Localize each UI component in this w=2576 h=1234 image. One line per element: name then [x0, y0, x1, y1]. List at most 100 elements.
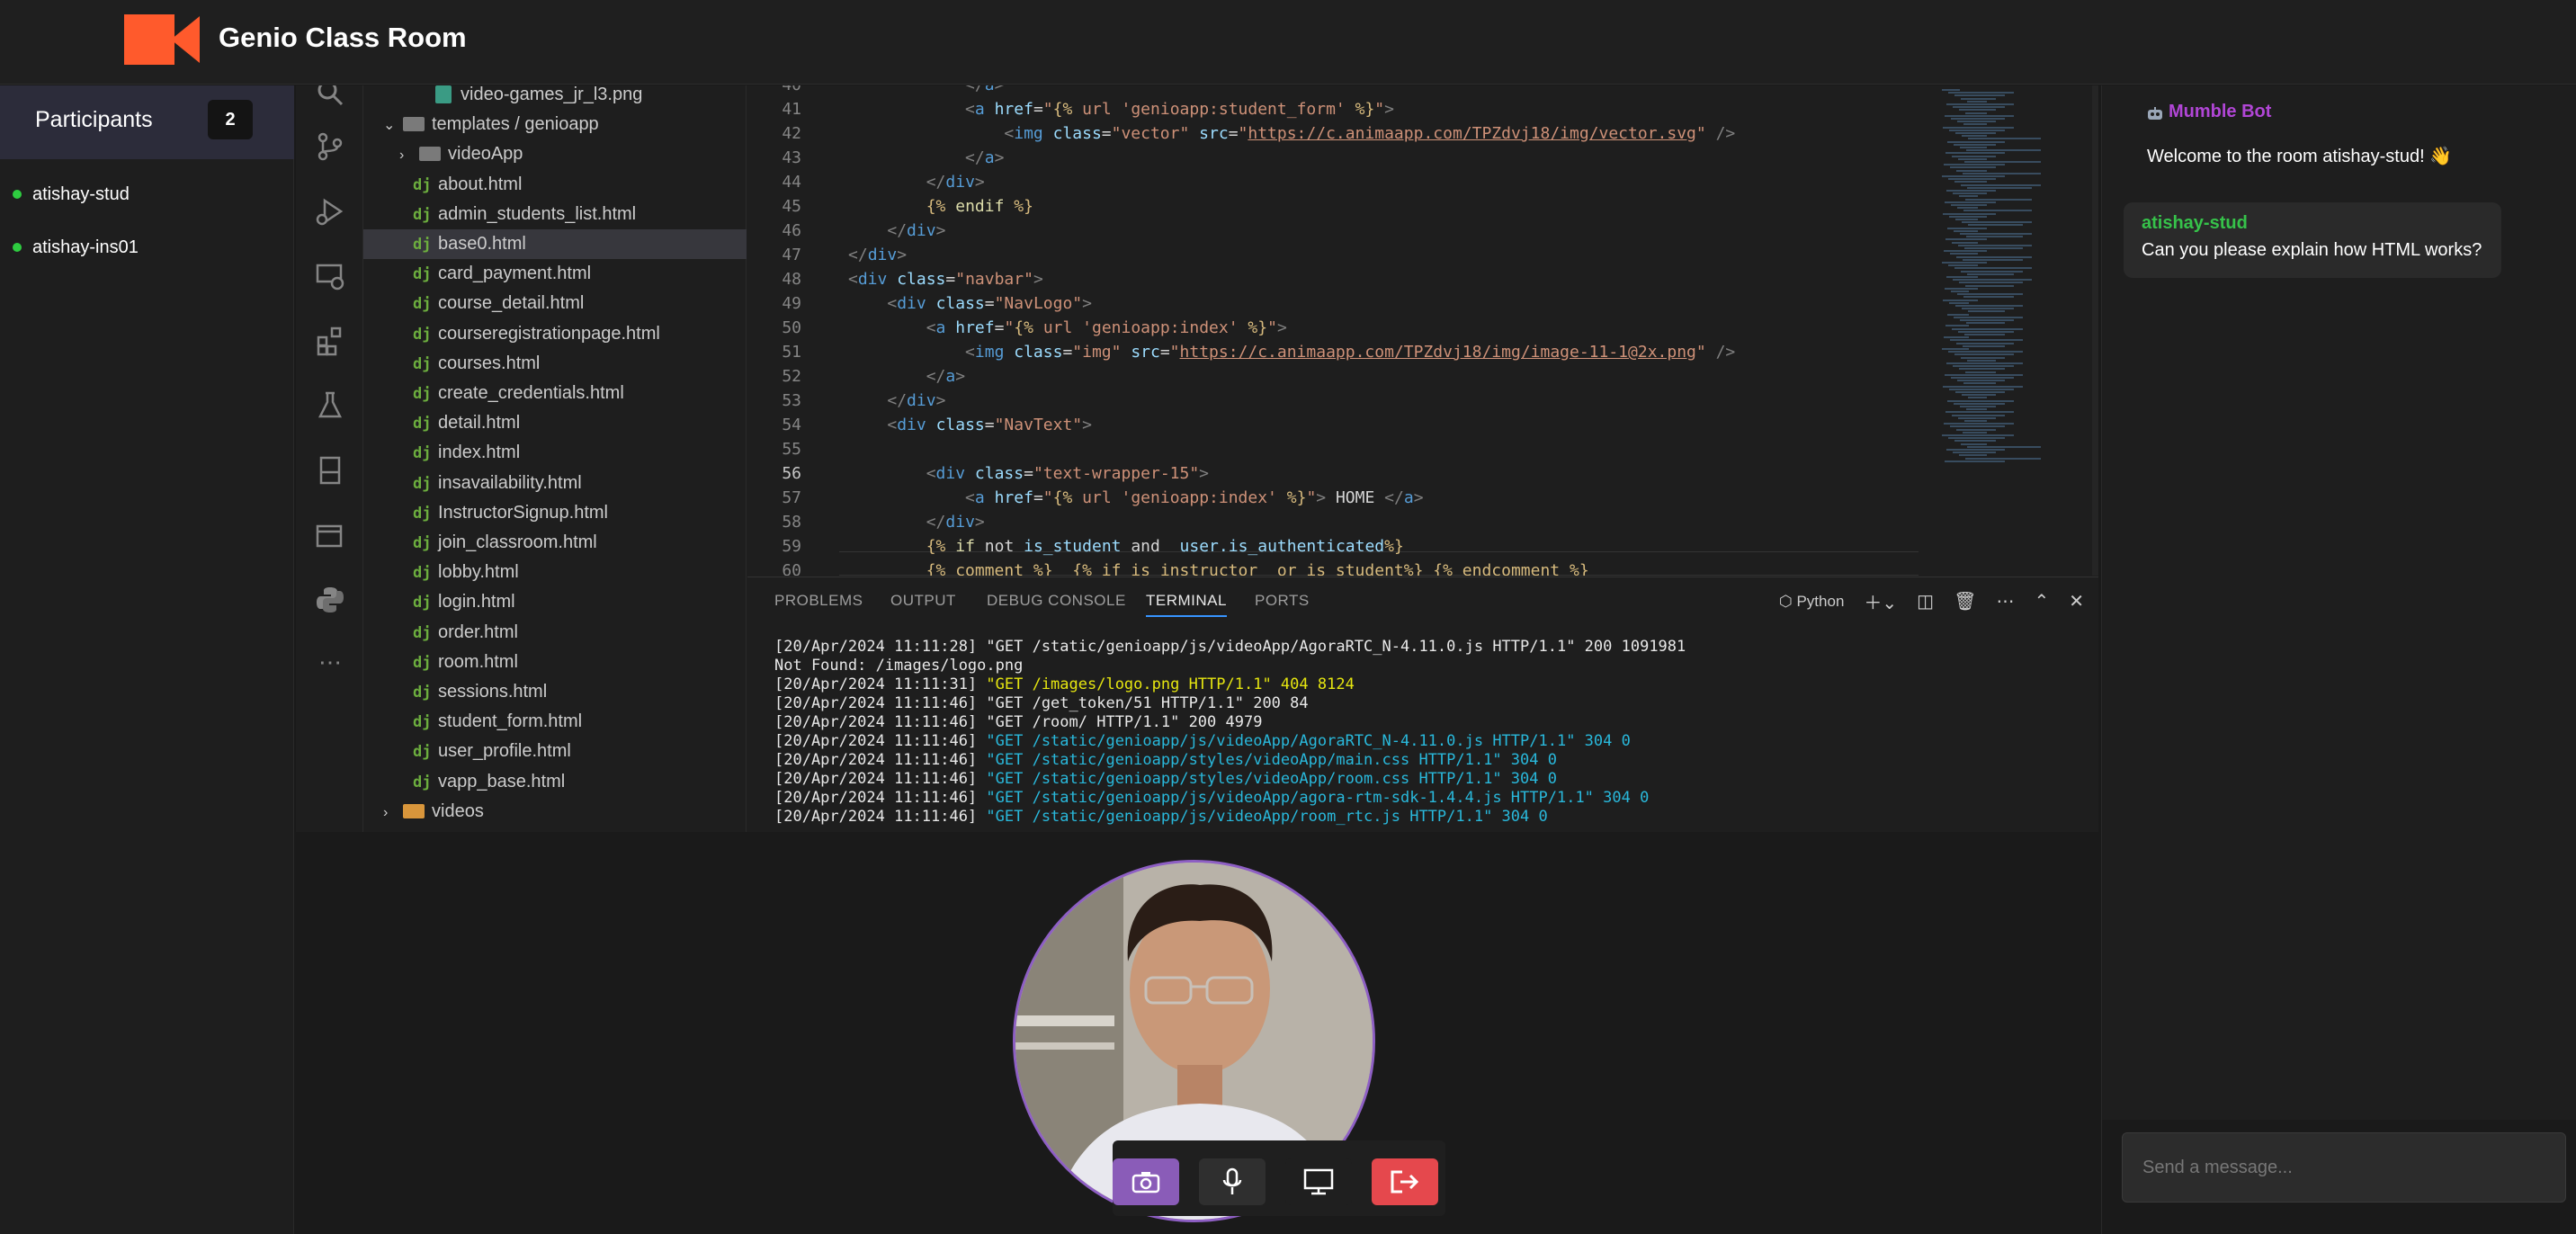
- more-icon[interactable]: ⋯: [314, 648, 346, 681]
- minimap-line: [1951, 118, 2005, 120]
- django-file-icon: dj: [413, 743, 432, 762]
- robot-icon: [2148, 107, 2162, 120]
- shared-screen: ⋯ video-games_jr_l3.png ⌄ templates / geni…: [296, 85, 2098, 832]
- participant-name: atishay-ins01: [32, 237, 139, 257]
- terminal-text: "GET /static/genioapp/js/videoApp/AgoraR…: [986, 638, 1686, 656]
- explorer-item[interactable]: dj base0.html: [363, 229, 747, 259]
- search-icon[interactable]: [314, 85, 346, 109]
- more-actions-icon[interactable]: ⋯: [1996, 590, 2014, 613]
- minimap-line: [1949, 301, 1969, 304]
- explorer-item[interactable]: dj index.html: [363, 438, 747, 468]
- screen-share-button[interactable]: [1285, 1158, 1352, 1205]
- explorer-item[interactable]: dj lobby.html: [363, 558, 747, 587]
- django-file-icon: dj: [413, 713, 432, 732]
- explorer-item[interactable]: dj login.html: [363, 587, 747, 617]
- explorer-item[interactable]: dj create_credentials.html: [363, 379, 747, 408]
- minimap-line: [1960, 319, 2014, 321]
- explorer-item[interactable]: dj courses.html: [363, 349, 747, 379]
- terminal-text: "GET /static/genioapp/styles/videoApp/ma…: [986, 751, 1557, 769]
- tab-ports[interactable]: PORTS: [1255, 592, 1310, 610]
- chevron-down-icon[interactable]: ⌄: [383, 111, 403, 140]
- explorer-item[interactable]: dj detail.html: [363, 408, 747, 438]
- explorer-item[interactable]: dj card_payment.html: [363, 259, 747, 289]
- explorer-item-label: room.html: [438, 651, 518, 672]
- minimap-line: [1959, 368, 2005, 371]
- explorer-item[interactable]: dj admin_students_list.html: [363, 200, 747, 229]
- explorer-item[interactable]: dj student_form.html: [363, 707, 747, 737]
- maximize-panel-icon[interactable]: ⌃: [2034, 590, 2049, 613]
- tab-output[interactable]: OUTPUT: [890, 592, 956, 610]
- explorer-item[interactable]: dj sessions.html: [363, 677, 747, 707]
- minimap-line: [1966, 322, 2005, 325]
- participant-item[interactable]: atishay-ins01: [13, 234, 139, 261]
- terminal-timestamp: [20/Apr/2024 11:11:46]: [774, 732, 987, 750]
- explorer-item[interactable]: dj courseregistrationpage.html: [363, 319, 747, 349]
- line-number: 58: [782, 513, 801, 532]
- explorer-item[interactable]: ⌄ templates / genioapp: [363, 110, 747, 139]
- folder-icon: [403, 117, 425, 132]
- line-number: 55: [782, 440, 801, 459]
- tab-problems[interactable]: PROBLEMS: [774, 592, 863, 610]
- trash-icon[interactable]: 🗑: [1954, 590, 1976, 613]
- explorer-item[interactable]: › videoApp: [363, 139, 747, 169]
- explorer-item[interactable]: video-games_jr_l3.png: [363, 85, 747, 110]
- minimap[interactable]: [1933, 85, 2090, 472]
- explorer-item-label: course_detail.html: [438, 293, 585, 314]
- minimap-line: [1951, 291, 1969, 292]
- panels-icon[interactable]: [314, 519, 346, 551]
- python-icon[interactable]: [314, 584, 346, 616]
- explorer-item[interactable]: dj user_profile.html: [363, 737, 747, 766]
- explorer-item[interactable]: › videos: [363, 797, 747, 827]
- line-number: 41: [782, 100, 801, 119]
- explorer-item[interactable]: dj room.html: [363, 648, 747, 677]
- minimap-line: [1955, 219, 1978, 220]
- source-control-icon[interactable]: [314, 130, 346, 163]
- tab-terminal[interactable]: TERMINAL: [1146, 592, 1227, 617]
- explorer-item[interactable]: dj course_detail.html: [363, 289, 747, 318]
- participant-item[interactable]: atishay-stud: [13, 181, 130, 208]
- minimap-line: [1965, 284, 2014, 287]
- terminal-line: [20/Apr/2024 11:11:46] "GET /static/geni…: [774, 732, 1631, 751]
- django-file-icon: dj: [413, 653, 432, 672]
- terminal-text: "GET /static/genioapp/js/videoApp/room_r…: [986, 808, 1548, 826]
- leave-call-button[interactable]: [1372, 1158, 1438, 1205]
- explorer-item[interactable]: dj vapp_base.html: [363, 767, 747, 797]
- extensions-icon[interactable]: [314, 325, 346, 357]
- minimap-line: [1952, 414, 2005, 416]
- django-file-icon: dj: [413, 504, 432, 523]
- message-sender: atishay-stud: [2142, 213, 2248, 233]
- line-number: 53: [782, 391, 801, 410]
- editor-scrollbar[interactable]: [2092, 85, 2098, 576]
- terminal-timestamp: [20/Apr/2024 11:11:31]: [774, 675, 987, 693]
- minimap-line: [1944, 336, 1969, 339]
- explorer-item[interactable]: dj about.html: [363, 170, 747, 200]
- split-terminal-icon[interactable]: ◫: [1917, 590, 1934, 613]
- chevron-right-icon[interactable]: ›: [383, 798, 403, 827]
- notebook-icon[interactable]: [314, 454, 346, 487]
- minimap-line: [1959, 282, 2023, 284]
- testing-flask-icon[interactable]: [314, 389, 346, 422]
- microphone-toggle-button[interactable]: [1199, 1158, 1266, 1205]
- explorer-item[interactable]: dj join_classroom.html: [363, 528, 747, 558]
- explorer-item[interactable]: dj order.html: [363, 618, 747, 648]
- code-editor[interactable]: 40 </a>41 <a href="{% url 'genioapp:stud…: [747, 85, 2098, 576]
- minimap-line: [1965, 112, 1987, 114]
- run-debug-icon[interactable]: [314, 195, 346, 228]
- django-file-icon: dj: [413, 236, 432, 254]
- remote-explorer-icon[interactable]: [314, 260, 346, 292]
- explorer-item[interactable]: dj insavailability.html: [363, 469, 747, 498]
- camera-toggle-button[interactable]: [1113, 1158, 1179, 1205]
- explorer-item[interactable]: dj InstructorSignup.html: [363, 498, 747, 528]
- python-terminal-selector[interactable]: ⬡ Python: [1779, 593, 1845, 611]
- chevron-right-icon[interactable]: ›: [399, 140, 419, 170]
- tab-debug-console[interactable]: DEBUG CONSOLE: [987, 592, 1126, 610]
- minimap-line: [1943, 212, 1996, 215]
- minimap-line: [1946, 276, 1978, 278]
- line-number: 47: [782, 246, 801, 264]
- minimap-line: [1943, 385, 2023, 388]
- minimap-line: [1954, 440, 1996, 443]
- terminal-timestamp: [20/Apr/2024 11:11:28]: [774, 638, 987, 656]
- close-panel-icon[interactable]: ✕: [2069, 590, 2084, 613]
- new-terminal-icon[interactable]: ＋⌄: [1864, 588, 1897, 614]
- chat-message-input[interactable]: [2122, 1132, 2566, 1203]
